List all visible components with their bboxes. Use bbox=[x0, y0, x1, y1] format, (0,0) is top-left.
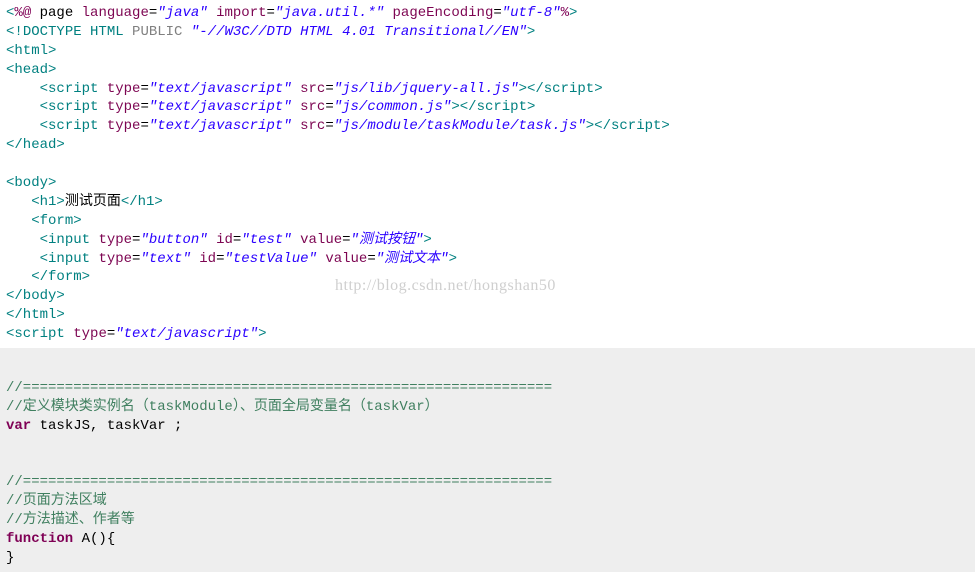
body-open-tag: <body> bbox=[6, 175, 56, 191]
head-open-tag: <head> bbox=[6, 62, 56, 78]
module-def-comment: //定义模块类实例名（taskModule）、页面全局变量名（taskVar） bbox=[6, 399, 439, 415]
separator-comment: //======================================… bbox=[6, 380, 552, 396]
doctype: <!DOCTYPE HTML bbox=[6, 24, 124, 40]
jsp-source-block: <%@ page language="java" import="java.ut… bbox=[0, 0, 975, 348]
h1-text: 测试页面 bbox=[65, 194, 121, 210]
js-source-block: //======================================… bbox=[0, 348, 975, 572]
jsp-directive: <%@ bbox=[6, 5, 31, 21]
function-keyword: function bbox=[6, 531, 73, 547]
html-close-tag: </html> bbox=[6, 307, 65, 323]
var-keyword: var bbox=[6, 418, 31, 434]
html-open-tag: <html> bbox=[6, 43, 56, 59]
method-desc-comment: //方法描述、作者等 bbox=[6, 512, 135, 528]
head-close-tag: </head> bbox=[6, 137, 65, 153]
body-close-tag: </body> bbox=[6, 288, 65, 304]
page-method-comment: //页面方法区域 bbox=[6, 493, 107, 509]
separator-comment: //======================================… bbox=[6, 474, 552, 490]
